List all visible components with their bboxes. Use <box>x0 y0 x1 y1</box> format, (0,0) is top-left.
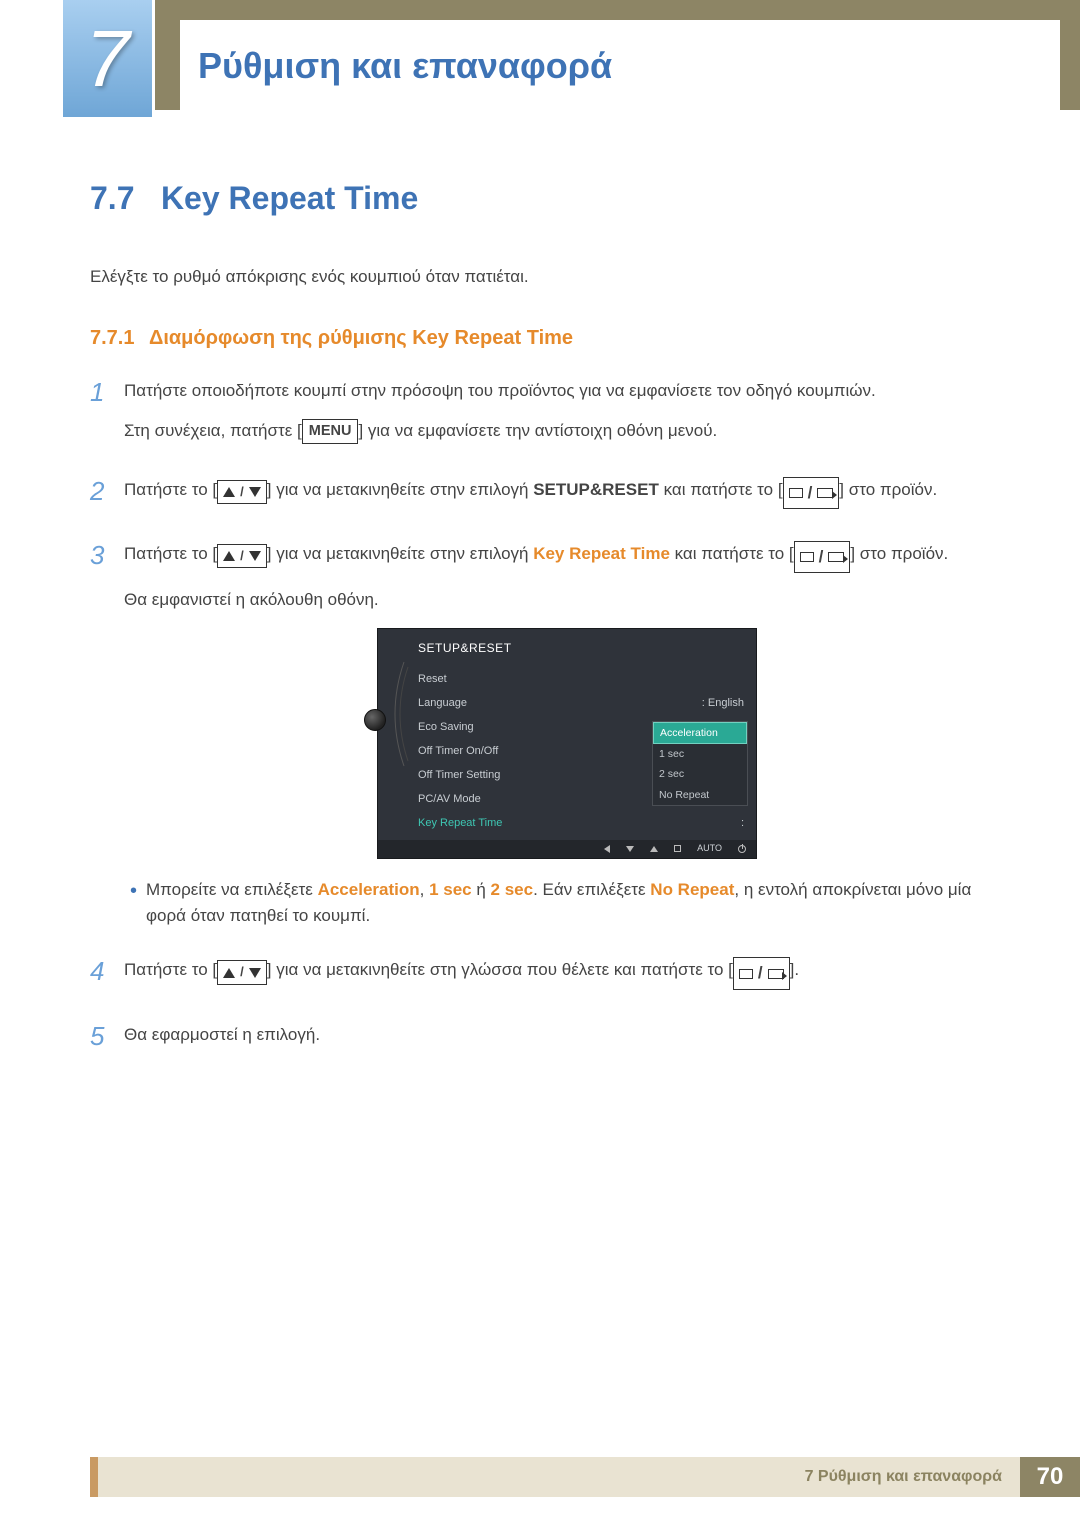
step-number: 5 <box>90 1022 124 1062</box>
osd-row: Language: English <box>418 691 744 715</box>
step-number: 4 <box>90 957 124 1003</box>
nav-up-down-icon: / <box>217 960 267 984</box>
step-1-text-2: Στη συνέχεια, πατήστε [MENU] για να εμφα… <box>124 418 876 444</box>
section-intro: Ελέγξτε το ρυθμό απόκρισης ενός κουμπιού… <box>90 267 1010 287</box>
osd-screenshot: SETUP&RESET ResetLanguage: EnglishEco Sa… <box>377 628 757 859</box>
menu-button-inline: MENU <box>302 419 359 443</box>
key-repeat-time-label: Key Repeat Time <box>533 544 670 563</box>
footer-label-bar: 7 Ρύθμιση και επαναφορά <box>90 1457 1020 1497</box>
step-4: 4 Πατήστε το [/] για να μετακινηθείτε στ… <box>90 957 1010 1003</box>
section-title: Key Repeat Time <box>161 180 418 217</box>
enter-icon: / <box>733 957 790 989</box>
footer-label: 7 Ρύθμιση και επαναφορά <box>805 1468 1002 1486</box>
enter-icon: / <box>794 541 851 573</box>
step-2-text: Πατήστε το [/] για να μετακινηθείτε στην… <box>124 477 937 509</box>
osd-key-enter <box>674 845 681 852</box>
osd-key-power <box>738 845 746 853</box>
setup-reset-label: SETUP&RESET <box>533 480 659 499</box>
subsection-title: Διαμόρφωση της ρύθμισης Key Repeat Time <box>149 327 573 350</box>
footer-page-number: 70 <box>1020 1457 1080 1497</box>
step-1-text-1: Πατήστε οποιοδήποτε κουμπί στην πρόσοψη … <box>124 378 876 404</box>
footer-accent <box>90 1457 98 1497</box>
chapter-title-bar: Ρύθμιση και επαναφορά <box>180 20 1060 112</box>
osd-footer-keys: AUTO <box>378 840 756 858</box>
nav-up-down-icon: / <box>217 544 267 568</box>
osd-key-left <box>604 845 610 853</box>
step-3-text: Πατήστε το [/] για να μετακινηθείτε στην… <box>124 541 1010 573</box>
section-heading: 7.7 Key Repeat Time <box>90 180 1010 217</box>
step-number: 1 <box>90 378 124 459</box>
osd-dropdown-option: 2 sec <box>653 764 747 784</box>
step-5-text: Θα εφαρμοστεί η επιλογή. <box>124 1022 320 1048</box>
osd-dropdown-option: Acceleration <box>653 722 747 744</box>
section-number: 7.7 <box>90 180 134 217</box>
osd-key-auto: AUTO <box>697 842 722 856</box>
step-1: 1 Πατήστε οποιοδήποτε κουμπί στην πρόσοψ… <box>90 378 1010 459</box>
chapter-title: Ρύθμιση και επαναφορά <box>198 45 612 87</box>
osd-dropdown-option: No Repeat <box>653 785 747 805</box>
chapter-number: 7 <box>85 13 130 105</box>
osd-dropdown-option: 1 sec <box>653 744 747 764</box>
osd-title: SETUP&RESET <box>418 639 744 658</box>
osd-row: Reset <box>418 667 744 691</box>
osd-key-up <box>650 846 658 852</box>
step-number: 2 <box>90 477 124 523</box>
bullet-text: Μπορείτε να επιλέξετε Acceleration, 1 se… <box>146 877 1010 930</box>
osd-knob-icon <box>364 709 386 731</box>
osd-dropdown: Acceleration1 sec2 secNo Repeat <box>652 721 748 806</box>
step-5: 5 Θα εφαρμοστεί η επιλογή. <box>90 1022 1010 1062</box>
step-3: 3 Πατήστε το [/] για να μετακινηθείτε στ… <box>90 541 1010 939</box>
step-4-text: Πατήστε το [/] για να μετακινηθείτε στη … <box>124 957 799 989</box>
enter-icon: / <box>783 477 840 509</box>
nav-up-down-icon: / <box>217 480 267 504</box>
bullet-icon: • <box>124 877 146 930</box>
step-3-after: Θα εμφανιστεί η ακόλουθη οθόνη. <box>124 587 1010 613</box>
chapter-tab: 7 <box>60 0 155 120</box>
bullet-note: • Μπορείτε να επιλέξετε Acceleration, 1 … <box>124 877 1010 930</box>
osd-row: Key Repeat Time: <box>418 812 744 836</box>
step-2: 2 Πατήστε το [/] για να μετακινηθείτε στ… <box>90 477 1010 523</box>
page-footer: 7 Ρύθμιση και επαναφορά 70 <box>90 1457 1080 1497</box>
step-number: 3 <box>90 541 124 939</box>
osd-arc-decoration <box>384 659 410 769</box>
subsection-heading: 7.7.1 Διαμόρφωση της ρύθμισης Key Repeat… <box>90 327 1010 350</box>
osd-key-down <box>626 846 634 852</box>
subsection-number: 7.7.1 <box>90 327 134 350</box>
